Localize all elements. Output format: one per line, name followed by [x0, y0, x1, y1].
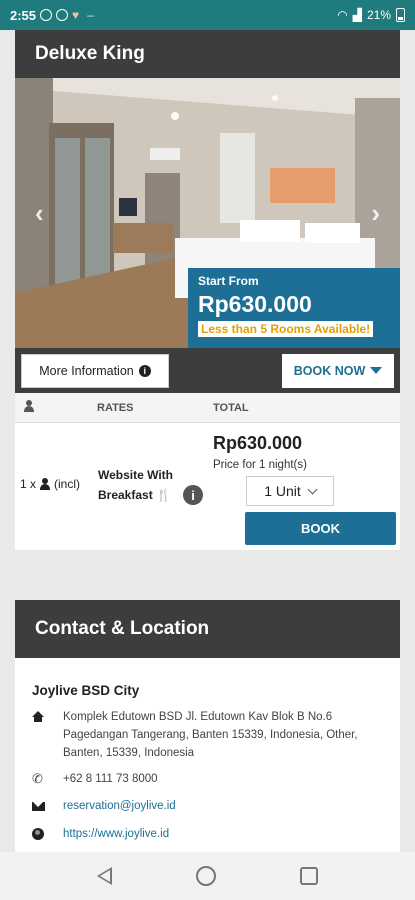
email-link[interactable]: reservation@joylive.id	[63, 797, 383, 815]
address-text: Komplek Edutown BSD Jl. Edutown Kav Blok…	[63, 711, 358, 759]
email-line: reservation@joylive.id	[32, 797, 383, 815]
home-button-icon[interactable]	[196, 866, 216, 886]
next-photo-icon[interactable]: ›	[371, 198, 380, 229]
room-title: Deluxe King	[15, 30, 400, 78]
rate-info-icon[interactable]: i	[183, 485, 203, 505]
availability-badge: Less than 5 Rooms Available!	[198, 321, 374, 337]
home-icon	[32, 711, 44, 722]
unit-select[interactable]: 1 Unit	[246, 476, 334, 506]
contact-card: Contact & Location Joylive BSD City Komp…	[15, 600, 400, 852]
status-time: 2:55	[10, 7, 37, 23]
person-icon	[23, 400, 35, 412]
guest-count-suffix: (incl)	[54, 477, 81, 491]
rate-row: 1 x (incl) Website With Breakfast 🍴 i Rp…	[15, 423, 400, 550]
system-icons: ◠ ▟ 21%	[337, 8, 405, 22]
guest-count-value: 1 x	[20, 477, 37, 491]
notification-icons: ♥ –	[40, 8, 94, 22]
navigation-bar	[0, 852, 415, 900]
book-now-button[interactable]: BOOK NOW	[282, 353, 394, 388]
wifi-icon: ◠	[337, 8, 348, 22]
prev-photo-icon[interactable]: ‹	[35, 198, 44, 229]
phone-text[interactable]: +62 8 111 73 8000	[63, 770, 383, 788]
whatsapp-icon-2	[56, 9, 69, 21]
signal-icon: ▟	[352, 8, 362, 22]
total-column-header: TOTAL	[213, 401, 249, 414]
recent-apps-icon[interactable]	[300, 867, 318, 885]
envelope-icon	[32, 802, 45, 811]
status-bar: 2:55 ♥ – ◠ ▟ 21%	[0, 0, 415, 30]
globe-icon	[32, 828, 44, 840]
price-label: Start From	[198, 274, 259, 288]
room-card: Deluxe King ‹ › Start From Rp630.000 Les…	[15, 30, 400, 550]
caret-down-icon	[370, 367, 383, 374]
battery-percent: 21%	[366, 8, 391, 22]
room-photo[interactable]: ‹ › Start From Rp630.000 Less than 5 Roo…	[15, 78, 400, 348]
heart-icon: ♥	[72, 8, 80, 22]
price-note: Price for 1 night(s)	[213, 459, 307, 471]
chevron-down-icon	[307, 484, 318, 494]
start-price: Rp630.000	[198, 291, 312, 317]
book-button[interactable]: BOOK	[245, 512, 396, 545]
rates-table-header: RATES TOTAL	[15, 393, 400, 423]
info-icon: i	[138, 364, 151, 377]
address-line: Komplek Edutown BSD Jl. Edutown Kav Blok…	[32, 708, 383, 762]
guest-count: 1 x (incl)	[20, 477, 80, 491]
phone-line: ✆ +62 8 111 73 8000	[32, 770, 383, 788]
back-icon[interactable]	[97, 867, 112, 885]
more-information-button[interactable]: More Information i	[21, 353, 169, 388]
website-line: https://www.joylive.id	[32, 825, 383, 843]
phone-icon: ✆	[32, 771, 43, 786]
price-box: Start From Rp630.000 Less than 5 Rooms A…	[188, 268, 400, 348]
contact-title: Contact & Location	[15, 600, 400, 658]
guests-column-header	[15, 400, 97, 415]
battery-icon	[396, 8, 405, 22]
hotel-name: Joylive BSD City	[32, 683, 140, 698]
book-now-label: BOOK NOW	[293, 363, 366, 378]
person-icon	[39, 478, 51, 490]
action-bar: More Information i BOOK NOW	[15, 348, 400, 393]
more-information-label: More Information	[39, 363, 134, 378]
cutlery-icon: 🍴	[156, 488, 171, 502]
whatsapp-icon	[40, 9, 53, 21]
total-price: Rp630.000	[213, 433, 303, 453]
website-link[interactable]: https://www.joylive.id	[63, 825, 383, 843]
dash-icon: –	[87, 8, 94, 22]
unit-select-value: 1 Unit	[264, 483, 301, 499]
rate-name: Website With Breakfast 🍴	[98, 465, 188, 505]
rates-column-header: RATES	[97, 401, 134, 414]
